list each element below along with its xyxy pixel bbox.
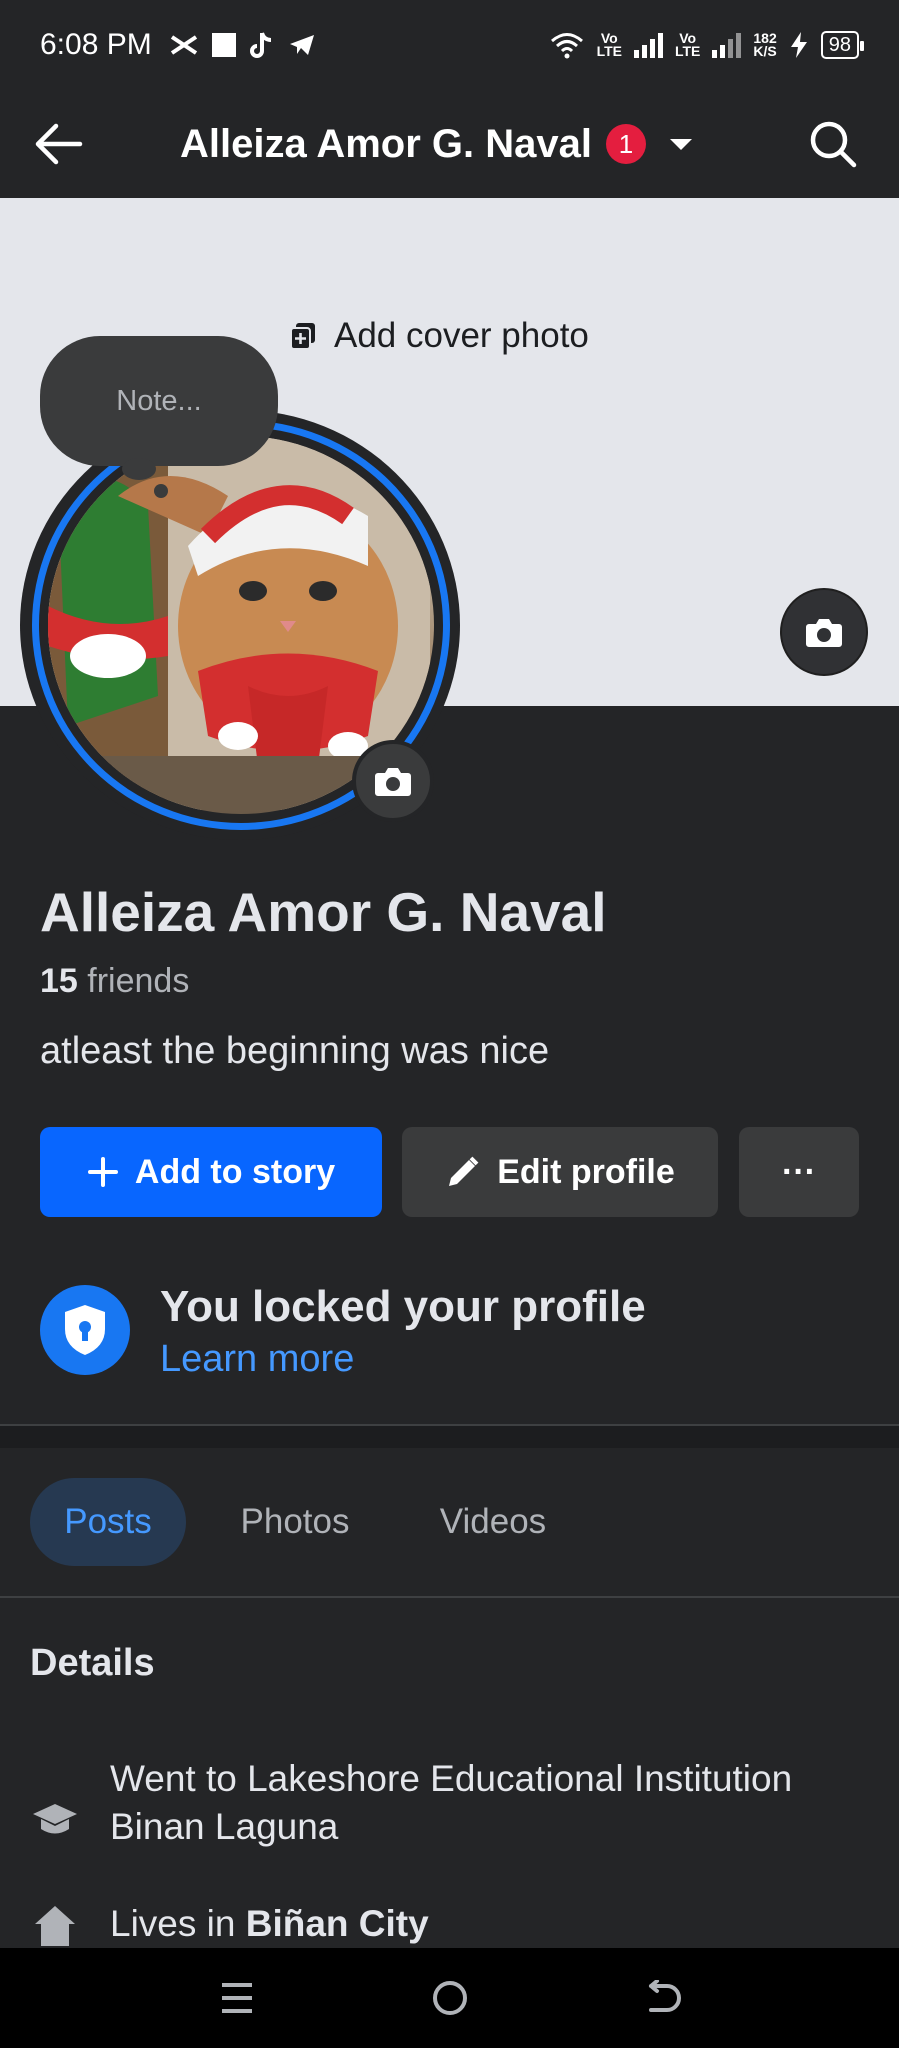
menu-icon (221, 1983, 252, 2013)
home-button[interactable] (420, 1968, 480, 2028)
square-app-icon (211, 33, 236, 57)
lives-in-prefix: Lives in (110, 1903, 246, 1944)
status-app-icons (170, 31, 316, 59)
circle-icon (432, 1981, 467, 2015)
chevron-down-icon (670, 138, 692, 150)
plus-icon (87, 1157, 118, 1187)
recents-button[interactable] (207, 1968, 267, 2028)
profile-name: Alleiza Amor G. Naval (40, 881, 607, 943)
pencil-icon (449, 1156, 479, 1186)
tiktok-icon (249, 32, 271, 58)
note-bubble[interactable]: Note... (40, 336, 278, 466)
status-system-icons: Vo LTE Vo LTE 182 K/S 98 (549, 30, 865, 59)
friends-label: friends (77, 962, 190, 1000)
add-to-story-label: Add to story (134, 1152, 336, 1191)
section-separator (0, 1426, 899, 1448)
profile-camera-button[interactable] (352, 740, 434, 822)
shield-lock-icon (40, 1285, 130, 1375)
locked-profile-title: You locked your profile (160, 1282, 646, 1331)
wifi-icon (550, 33, 583, 59)
add-to-story-button[interactable]: Add to story (40, 1127, 382, 1217)
tab-photos[interactable]: Photos (220, 1478, 370, 1566)
more-dots-icon: ··· (782, 1152, 816, 1191)
divider (0, 1596, 899, 1598)
add-photo-icon (290, 323, 315, 350)
detail-lives-in: Lives in Biñan City (30, 1900, 429, 1950)
profile-switcher[interactable]: Alleiza Amor G. Naval 1 (180, 114, 692, 174)
add-cover-label: Add cover photo (334, 316, 589, 355)
camera-icon (375, 768, 411, 796)
back-nav-button[interactable] (633, 1968, 693, 2028)
capcut-icon (170, 35, 197, 55)
education-text: Went to Lakeshore Educational Institutio… (110, 1758, 793, 1847)
edit-profile-label: Edit profile (497, 1152, 675, 1191)
lives-in-city[interactable]: Biñan City (246, 1903, 429, 1944)
edit-profile-button[interactable]: Edit profile (402, 1127, 718, 1217)
status-bar: 6:08 PM Vo LTE Vo LTE 182 K/S 98 (0, 0, 899, 90)
details-heading: Details (30, 1642, 155, 1684)
detail-education: Went to Lakeshore Educational Institutio… (30, 1755, 792, 1855)
cover-camera-button[interactable] (780, 588, 868, 676)
battery-indicator: 98 (820, 31, 865, 59)
notification-badge: 1 (606, 124, 646, 164)
charging-icon (790, 32, 807, 58)
back-arrow-icon (648, 1980, 681, 2012)
top-app-bar: Alleiza Amor G. Naval 1 (0, 90, 899, 198)
search-icon (810, 121, 857, 168)
note-bubble-tail (122, 458, 156, 480)
search-button[interactable] (807, 118, 859, 170)
header-title: Alleiza Amor G. Naval (180, 121, 592, 166)
profile-bio: atleast the beginning was nice (40, 1030, 550, 1072)
volte-badge-2: Vo LTE (674, 30, 701, 59)
tab-videos[interactable]: Videos (418, 1478, 568, 1566)
volte-badge-1: Vo LTE (596, 30, 622, 59)
network-speed: 182 K/S (753, 30, 777, 59)
arrow-left-icon (35, 123, 83, 165)
more-options-button[interactable]: ··· (739, 1127, 859, 1217)
lives-in-text: Lives in Biñan City (110, 1900, 810, 1948)
camera-icon (806, 619, 842, 647)
friends-count[interactable]: 15 friends (40, 962, 189, 1001)
telegram-icon (289, 35, 314, 55)
status-time: 6:08 PM (40, 28, 152, 61)
note-bubble-tail-dot (154, 484, 168, 498)
graduation-cap-icon (30, 1795, 80, 1845)
note-placeholder: Note... (116, 384, 202, 417)
add-cover-photo-button[interactable]: Add cover photo (290, 316, 589, 356)
home-icon (30, 1900, 80, 1950)
friends-number: 15 (40, 962, 78, 1000)
signal-icon-2 (712, 32, 742, 58)
tab-posts[interactable]: Posts (30, 1478, 186, 1566)
signal-icon-1 (633, 32, 663, 58)
back-button[interactable] (30, 116, 86, 172)
learn-more-link[interactable]: Learn more (160, 1338, 354, 1381)
system-nav-bar (0, 1948, 899, 2048)
